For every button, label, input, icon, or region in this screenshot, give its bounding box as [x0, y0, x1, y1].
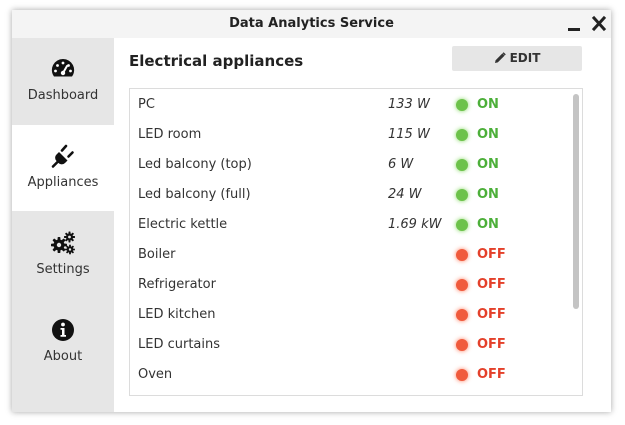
edit-button[interactable]: EDIT — [452, 46, 582, 71]
sidebar-item-settings[interactable]: Settings — [12, 212, 114, 298]
status-indicator-icon — [456, 279, 468, 291]
status-indicator-icon — [456, 219, 468, 231]
list-item[interactable]: LED curtains OFF — [130, 330, 570, 360]
status-indicator-icon — [456, 159, 468, 171]
status-badge[interactable]: OFF — [477, 270, 506, 300]
status-badge[interactable]: ON — [477, 180, 499, 210]
scrollbar[interactable] — [570, 89, 582, 395]
status-indicator-icon — [456, 189, 468, 201]
status-badge[interactable]: OFF — [477, 360, 506, 390]
status-indicator-icon — [456, 129, 468, 141]
minimize-icon — [568, 28, 580, 31]
appliance-power: 6 W — [388, 157, 414, 172]
status-badge[interactable]: ON — [477, 90, 499, 120]
appliance-name: LED kitchen — [138, 307, 216, 322]
status-badge[interactable]: OFF — [477, 330, 506, 360]
sidebar-item-label: Settings — [36, 262, 90, 277]
status-badge[interactable]: ON — [477, 150, 499, 180]
status-badge[interactable]: OFF — [477, 300, 506, 330]
list-item[interactable]: Boiler OFF — [130, 240, 570, 270]
appliance-name: PC — [138, 97, 155, 112]
appliance-name: Boiler — [138, 247, 176, 262]
sidebar-item-dashboard[interactable]: Dashboard — [12, 38, 114, 124]
list-item[interactable]: LED room 115 W ON — [130, 120, 570, 150]
appliance-name: Electric kettle — [138, 217, 228, 232]
appliance-power: 133 W — [388, 97, 430, 112]
appliance-name: Led balcony (top) — [138, 157, 252, 172]
list-item[interactable]: Led balcony (top) 6 W ON — [130, 150, 570, 180]
list-item[interactable]: Oven OFF — [130, 360, 570, 390]
edit-button-label: EDIT — [509, 51, 541, 65]
speedometer-icon — [51, 58, 75, 77]
list-item[interactable]: Refrigerator OFF — [130, 270, 570, 300]
status-indicator-icon — [456, 249, 468, 261]
info-icon — [52, 319, 74, 341]
app-window: Data Analytics Service Dashboard Applian… — [12, 10, 611, 412]
list-item[interactable]: Electric kettle 1.69 kW ON — [130, 210, 570, 240]
status-indicator-icon — [456, 339, 468, 351]
appliance-name: Led balcony (full) — [138, 187, 251, 202]
appliance-power: 1.69 kW — [388, 217, 442, 232]
appliance-name: Oven — [138, 367, 173, 382]
sidebar-item-appliances[interactable]: Appliances — [12, 125, 114, 211]
page-title: Electrical appliances — [129, 52, 304, 70]
close-button[interactable] — [589, 14, 609, 34]
appliance-list[interactable]: PC 133 W ON LED room 115 W ON Led balcony (top… — [129, 88, 583, 396]
status-indicator-icon — [456, 369, 468, 381]
main-panel: Electrical appliances EDIT PC 133 W ON LED … — [114, 38, 611, 412]
sidebar-item-about[interactable]: About — [12, 299, 114, 385]
status-badge[interactable]: ON — [477, 120, 499, 150]
list-item[interactable]: PC 133 W ON — [130, 90, 570, 120]
scrollbar-thumb[interactable] — [573, 94, 579, 309]
gears-icon — [51, 231, 75, 255]
plug-icon — [51, 144, 74, 168]
sidebar-item-label: Appliances — [27, 175, 99, 190]
status-badge[interactable]: ON — [477, 210, 499, 240]
status-indicator-icon — [456, 99, 468, 111]
appliance-name: LED room — [138, 127, 202, 142]
appliance-name: Refrigerator — [138, 277, 216, 292]
sidebar-item-label: About — [43, 349, 83, 364]
appliance-power: 24 W — [388, 187, 422, 202]
sidebar: Dashboard Appliances Settings About — [12, 38, 114, 412]
minimize-button[interactable] — [564, 14, 584, 34]
list-item[interactable]: LED kitchen OFF — [130, 300, 570, 330]
list-item[interactable]: Led balcony (full) 24 W ON — [130, 180, 570, 210]
title-bar[interactable]: Data Analytics Service — [12, 10, 611, 38]
close-icon — [591, 15, 607, 32]
status-badge[interactable]: OFF — [477, 240, 506, 270]
status-indicator-icon — [456, 309, 468, 321]
pencil-icon — [494, 52, 506, 63]
appliance-name: LED curtains — [138, 337, 221, 352]
appliance-power: 115 W — [388, 127, 430, 142]
window-title: Data Analytics Service — [229, 16, 394, 31]
sidebar-item-label: Dashboard — [27, 88, 99, 103]
